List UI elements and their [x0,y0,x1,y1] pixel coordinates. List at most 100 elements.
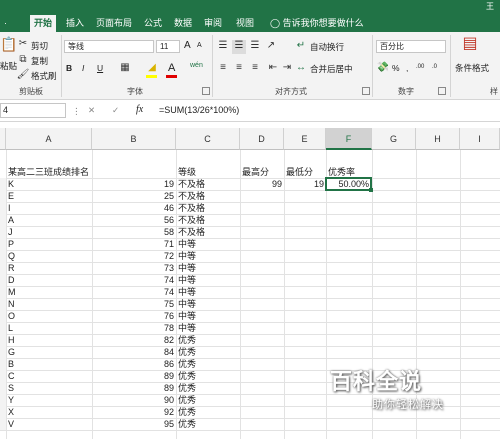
sheet-title-cell[interactable]: 某高二三班成绩排名 [8,166,89,178]
grade-cell[interactable]: 优秀 [178,394,196,406]
row-header[interactable] [0,298,6,310]
student-name-cell[interactable]: H [8,334,15,346]
format-painter-icon[interactable]: 🖌 [16,69,30,83]
formula-input[interactable]: =SUM(13/26*100%) [159,105,239,115]
row-header[interactable] [0,226,6,238]
grade-cell[interactable]: 不及格 [178,190,205,202]
copy-button[interactable]: 复制 [31,55,48,67]
grade-cell[interactable]: 优秀 [178,382,196,394]
student-name-cell[interactable]: I [8,202,11,214]
score-cell[interactable]: 92 [92,406,174,418]
underline-button[interactable]: U [97,63,103,73]
fill-color-icon[interactable]: ◢ [145,62,159,76]
grade-cell[interactable]: 不及格 [178,214,205,226]
row-header[interactable] [0,334,6,346]
score-cell[interactable]: 90 [92,394,174,406]
tab-file[interactable]: · [0,15,11,32]
row-header[interactable] [0,394,6,406]
student-name-cell[interactable]: L [8,322,13,334]
grade-cell[interactable]: 优秀 [178,406,196,418]
score-cell[interactable]: 95 [92,418,174,430]
student-name-cell[interactable]: M [8,286,16,298]
column-header-a[interactable]: A [6,128,92,150]
cut-button[interactable]: 剪切 [31,40,48,52]
student-name-cell[interactable]: P [8,238,14,250]
border-icon[interactable]: ▦ [118,62,132,76]
increase-indent-icon[interactable]: ⇥ [280,62,294,76]
merge-center-button[interactable]: 合并后居中 [310,63,353,75]
score-cell[interactable]: 74 [92,274,174,286]
enter-icon[interactable]: ✓ [112,105,119,116]
align-bottom-icon[interactable]: ☰ [248,40,262,54]
grade-cell[interactable]: 优秀 [178,370,196,382]
grow-font-button[interactable]: A [184,40,191,51]
score-cell[interactable]: 19 [92,178,174,190]
tab-home[interactable]: 开始 [30,15,57,32]
align-left-icon[interactable]: ≡ [216,62,230,76]
score-cell[interactable]: 58 [92,226,174,238]
row-header[interactable] [0,418,6,430]
student-name-cell[interactable]: E [8,190,14,202]
align-right-icon[interactable]: ≡ [248,62,262,76]
tab-page-layout[interactable]: 页面布局 [92,15,136,32]
paste-icon[interactable]: 📋 [0,37,17,60]
merge-center-icon[interactable]: ↔ [294,62,308,76]
grade-cell[interactable]: 中等 [178,274,196,286]
increase-decimal-button[interactable]: .00 [416,64,424,70]
score-cell[interactable]: 56 [92,214,174,226]
score-cell[interactable]: 89 [92,382,174,394]
row-header[interactable] [0,214,6,226]
alignment-dialog-launcher[interactable] [362,87,370,95]
grade-cell[interactable]: 优秀 [178,418,196,430]
align-center-icon[interactable]: ≡ [232,62,246,76]
student-name-cell[interactable]: V [8,418,14,430]
tab-data[interactable]: 数据 [170,15,196,32]
decrease-indent-icon[interactable]: ⇤ [266,62,280,76]
wrap-text-button[interactable]: 自动换行 [310,41,344,53]
student-name-cell[interactable]: O [8,310,15,322]
number-dialog-launcher[interactable] [438,87,446,95]
column-header-e[interactable]: E [284,128,326,150]
wrap-text-icon[interactable]: ↵ [294,40,308,54]
conditional-formatting-icon[interactable]: ▤ [460,36,480,60]
score-cell[interactable]: 74 [92,286,174,298]
grade-header-cell[interactable]: 等级 [178,166,196,178]
student-name-cell[interactable]: J [8,226,13,238]
font-size-box[interactable]: 11 [156,40,180,53]
row-header[interactable] [0,262,6,274]
student-name-cell[interactable]: D [8,274,15,286]
comma-button[interactable]: , [406,63,408,73]
copy-icon[interactable]: ⧉ [16,54,30,68]
grade-cell[interactable]: 不及格 [178,178,205,190]
percent-button[interactable]: % [392,63,400,73]
column-header-d[interactable]: D [240,128,284,150]
grade-cell[interactable]: 中等 [178,310,196,322]
score-cell[interactable]: 73 [92,262,174,274]
column-header-h[interactable]: H [416,128,460,150]
row-header[interactable] [0,346,6,358]
scissors-icon[interactable]: ✂ [16,38,30,52]
row-header[interactable] [0,250,6,262]
column-header-f[interactable]: F [326,128,372,150]
grade-cell[interactable]: 不及格 [178,226,205,238]
row-header[interactable] [0,322,6,334]
currency-icon[interactable]: 💸 [376,62,390,76]
student-name-cell[interactable]: K [8,178,14,190]
score-cell[interactable]: 71 [92,238,174,250]
decrease-decimal-button[interactable]: .0 [432,64,437,70]
row-header[interactable] [0,286,6,298]
row-header[interactable] [0,238,6,250]
student-name-cell[interactable]: A [8,214,14,226]
student-name-cell[interactable]: R [8,262,15,274]
tab-insert[interactable]: 插入 [62,15,88,32]
student-name-cell[interactable]: Y [8,394,14,406]
align-top-icon[interactable]: ☰ [216,40,230,54]
row-header[interactable] [0,358,6,370]
grade-cell[interactable]: 优秀 [178,334,196,346]
column-header-g[interactable]: G [372,128,416,150]
shrink-font-button[interactable]: A [197,42,202,49]
student-name-cell[interactable]: G [8,346,15,358]
max-value-cell[interactable]: 99 [240,178,282,190]
phonetic-button[interactable]: wén [190,62,203,69]
column-header-i[interactable]: I [460,128,500,150]
